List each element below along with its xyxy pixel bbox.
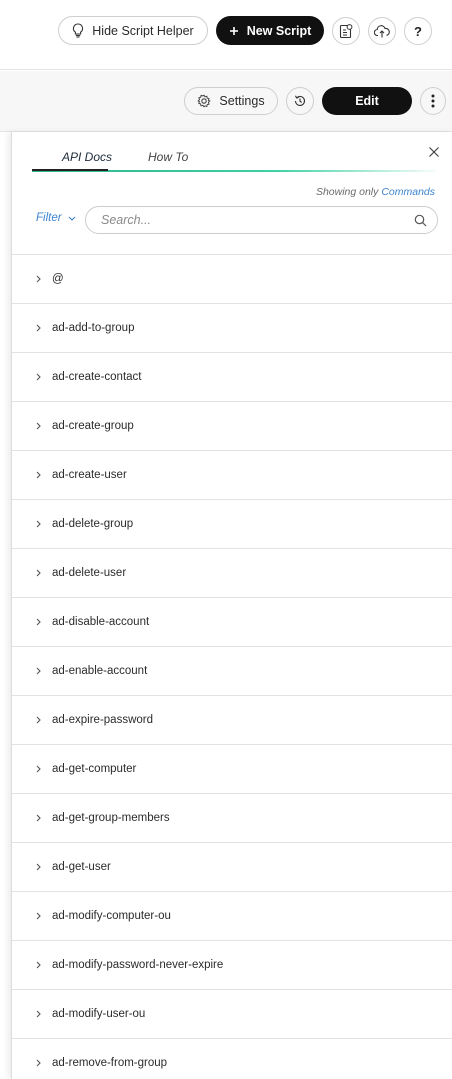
list-item-label: ad-delete-group (52, 518, 134, 530)
list-item[interactable]: ad-create-contact (12, 353, 452, 402)
upload-button[interactable] (368, 17, 396, 45)
hide-script-helper-label: Hide Script Helper (92, 23, 194, 38)
list-item-label: ad-get-computer (52, 763, 137, 775)
list-item-label: ad-create-contact (52, 371, 142, 383)
top-toolbar: Hide Script Helper New Script ? (0, 0, 452, 70)
chevron-right-icon (36, 618, 42, 626)
list-item[interactable]: ad-add-to-group (12, 304, 452, 353)
list-item[interactable]: ad-create-user (12, 451, 452, 500)
help-icon: ? (414, 23, 422, 39)
script-settings-button[interactable] (332, 17, 360, 45)
active-tab-indicator (32, 169, 108, 171)
list-item-label: ad-enable-account (52, 665, 148, 677)
chevron-right-icon (36, 667, 42, 675)
chevron-right-icon (36, 961, 42, 969)
list-item[interactable]: ad-modify-computer-ou (12, 892, 452, 941)
list-item-label: ad-get-group-members (52, 812, 170, 824)
filter-dropdown[interactable]: Filter (36, 212, 76, 224)
search-icon[interactable] (414, 214, 427, 227)
more-vertical-icon (431, 94, 435, 108)
close-icon (428, 146, 442, 158)
list-item[interactable]: ad-modify-password-never-expire (12, 941, 452, 990)
tab-how-to[interactable]: How To (148, 150, 188, 164)
list-item-label: ad-create-user (52, 469, 127, 481)
chevron-right-icon (36, 569, 42, 577)
chevron-right-icon (36, 1059, 42, 1067)
chevron-right-icon (36, 275, 42, 283)
history-icon (293, 94, 307, 108)
search-box (85, 206, 438, 234)
cloud-upload-icon (374, 24, 390, 38)
script-helper-panel: API Docs How To Showing only Commands Fi… (11, 132, 452, 1079)
new-script-label: New Script (246, 23, 312, 38)
list-item-label: ad-modify-user-ou (52, 1008, 146, 1020)
chevron-right-icon (36, 863, 42, 871)
list-item-label: ad-remove-from-group (52, 1057, 168, 1069)
list-item[interactable]: ad-expire-password (12, 696, 452, 745)
edit-label: Edit (355, 94, 379, 108)
showing-only-text: Showing only Commands (316, 186, 435, 198)
list-item[interactable]: ad-create-group (12, 402, 452, 451)
list-item-label: ad-create-group (52, 420, 134, 432)
list-item[interactable]: ad-get-group-members (12, 794, 452, 843)
list-item[interactable]: ad-enable-account (12, 647, 452, 696)
command-list: @ ad-add-to-group ad-create-contact ad-crea… (12, 254, 452, 1079)
help-button[interactable]: ? (404, 17, 432, 45)
chevron-right-icon (36, 422, 42, 430)
chevron-right-icon (36, 324, 42, 332)
chevron-right-icon (36, 716, 42, 724)
commands-link[interactable]: Commands (381, 186, 435, 198)
list-item-label: ad-disable-account (52, 616, 150, 628)
panel-tabs: API Docs How To (32, 148, 436, 172)
list-item[interactable]: ad-remove-from-group (12, 1039, 452, 1079)
more-options-button[interactable] (420, 87, 446, 115)
tab-api-docs[interactable]: API Docs (62, 150, 112, 164)
gear-icon (197, 94, 212, 108)
list-item-label: ad-add-to-group (52, 322, 135, 334)
chevron-right-icon (36, 1010, 42, 1018)
list-item-label: @ (52, 273, 64, 285)
list-item[interactable]: ad-delete-group (12, 500, 452, 549)
chevron-right-icon (36, 765, 42, 773)
edit-button[interactable]: Edit (322, 87, 412, 115)
editor-toolbar: Settings Edit (0, 71, 452, 132)
chevron-down-icon (68, 216, 76, 221)
list-item[interactable]: ad-modify-user-ou (12, 990, 452, 1039)
chevron-right-icon (36, 471, 42, 479)
chevron-right-icon (36, 912, 42, 920)
list-item-label: ad-modify-password-never-expire (52, 959, 224, 971)
new-script-button[interactable]: New Script (216, 16, 324, 45)
filter-label: Filter (36, 212, 62, 224)
list-item[interactable]: @ (12, 255, 452, 304)
list-item-label: ad-get-user (52, 861, 111, 873)
list-item[interactable]: ad-get-user (12, 843, 452, 892)
chevron-right-icon (36, 373, 42, 381)
list-item-label: ad-delete-user (52, 567, 127, 579)
search-input[interactable] (101, 213, 414, 227)
list-item[interactable]: ad-get-computer (12, 745, 452, 794)
hide-script-helper-button[interactable]: Hide Script Helper (58, 16, 208, 45)
chevron-right-icon (36, 814, 42, 822)
history-button[interactable] (286, 87, 314, 115)
showing-prefix: Showing only (315, 186, 382, 198)
list-item-label: ad-modify-computer-ou (52, 910, 171, 922)
list-item[interactable]: ad-disable-account (12, 598, 452, 647)
list-item[interactable]: ad-delete-user (12, 549, 452, 598)
settings-button[interactable]: Settings (184, 87, 278, 115)
plus-icon (229, 26, 239, 36)
list-item-label: ad-expire-password (52, 714, 153, 726)
settings-label: Settings (219, 94, 265, 108)
lightbulb-icon (72, 23, 84, 38)
clipboard-settings-icon (339, 23, 353, 39)
chevron-right-icon (36, 520, 42, 528)
close-panel-button[interactable] (428, 146, 442, 160)
